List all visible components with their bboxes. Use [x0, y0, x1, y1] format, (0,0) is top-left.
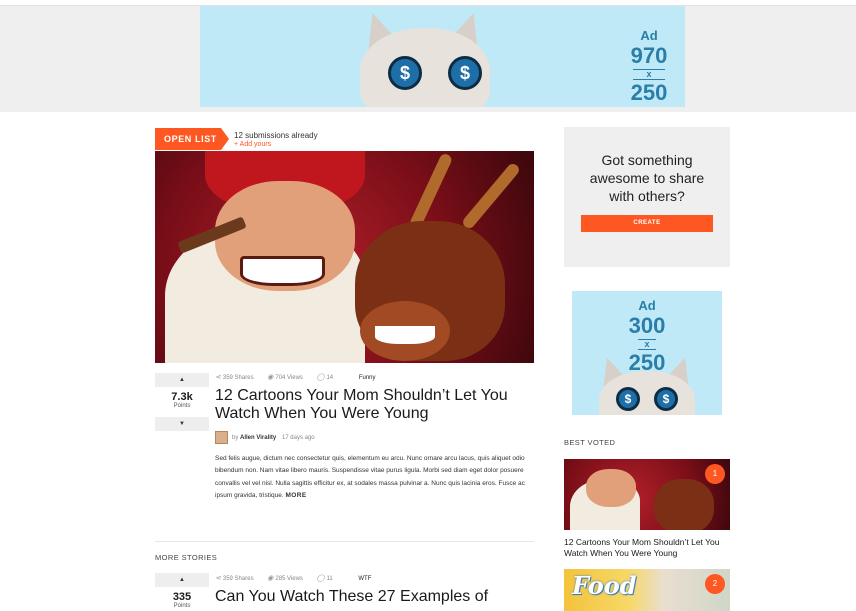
add-yours-link[interactable]: + Add yours [234, 140, 318, 149]
post-author-line: by Allen Virality 17 days ago [215, 431, 315, 445]
cta-question: Got something awesome to share with othe… [589, 152, 705, 204]
leaderboard-ad-label: Ad 970 x 250 [630, 28, 668, 105]
more-stories-heading: MORE STORIES [155, 553, 218, 562]
dollar-eye-icon: $ [448, 56, 482, 90]
dollar-eye-icon: $ [616, 387, 640, 411]
create-button[interactable]: CREATE [581, 215, 713, 232]
create-cta-box: Got something awesome to share with othe… [564, 127, 730, 267]
comments-count[interactable]: 11 [326, 576, 332, 582]
category-tag[interactable]: Funny [359, 375, 376, 381]
post-time: 17 days ago [281, 435, 315, 442]
dollar-eye-icon: $ [388, 56, 422, 90]
rectangle-ad[interactable]: Ad 300 x 250 $ $ [572, 291, 722, 415]
post-meta: ⋖ 359 Shares ◉ 704 Views ◯ 14 Funny [215, 373, 382, 381]
rank-badge: 1 [705, 464, 725, 484]
best-voted-thumb[interactable]: Food [564, 569, 730, 611]
post-excerpt: Sed felis augue, dictum nec consectetur … [215, 455, 525, 500]
avatar[interactable] [215, 431, 228, 444]
best-voted-title[interactable]: 12 Cartoons Your Mom Shouldn’t Let You W… [564, 537, 730, 559]
leaderboard-ad-band: $ $ Ad 970 x 250 [0, 6, 856, 112]
shares-count: 359 Shares [222, 375, 254, 381]
submissions-info: 12 submissions already + Add yours [234, 131, 318, 149]
upvote-icon[interactable]: ▲ [155, 573, 209, 587]
post-meta: ⋖ 359 Shares ◉ 285 Views ◯ 11 WTF [215, 574, 377, 582]
upvote-icon[interactable]: ▲ [155, 373, 209, 387]
rank-badge: 2 [705, 574, 725, 594]
divider [155, 541, 534, 542]
cat-illustration: $ $ [357, 6, 490, 107]
comment-icon: ◯ [316, 374, 325, 381]
dollar-eye-icon: $ [654, 387, 678, 411]
vote-widget: ▲ 7.3k Points ▼ [155, 373, 209, 431]
share-icon: ⋖ [215, 374, 221, 381]
views-count: 704 Views [275, 375, 303, 381]
submissions-count: 12 submissions already [234, 131, 318, 140]
downvote-icon[interactable]: ▼ [155, 417, 209, 431]
author-name[interactable]: Allen Virality [240, 435, 276, 441]
comments-count[interactable]: 14 [326, 375, 333, 381]
open-list-badge: OPEN LIST [155, 128, 229, 150]
points-label: Points [173, 603, 191, 609]
shares-count: 359 Shares [222, 576, 254, 582]
points-count: 7.3k [171, 391, 193, 403]
view-icon: ◉ [267, 575, 274, 582]
post-title[interactable]: 12 Cartoons Your Mom Shouldn’t Let You W… [215, 387, 535, 423]
category-tag[interactable]: WTF [358, 576, 371, 582]
best-voted-heading: BEST VOTED [564, 438, 616, 447]
vote-widget: ▲ 335 Points [155, 573, 209, 611]
view-icon: ◉ [267, 374, 274, 381]
share-icon: ⋖ [215, 575, 221, 582]
views-count: 285 Views [275, 576, 303, 582]
cat-illustration: $ $ [595, 353, 697, 415]
leaderboard-ad[interactable]: $ $ Ad 970 x 250 [200, 6, 685, 107]
thumb-text: Food [572, 571, 637, 600]
more-link[interactable]: MORE [285, 492, 306, 499]
points-count: 335 [172, 591, 192, 603]
hero-image[interactable] [155, 151, 534, 363]
post-title[interactable]: Can You Watch These 27 Examples of [215, 588, 535, 606]
comment-icon: ◯ [316, 575, 325, 582]
points-label: Points [173, 403, 191, 409]
